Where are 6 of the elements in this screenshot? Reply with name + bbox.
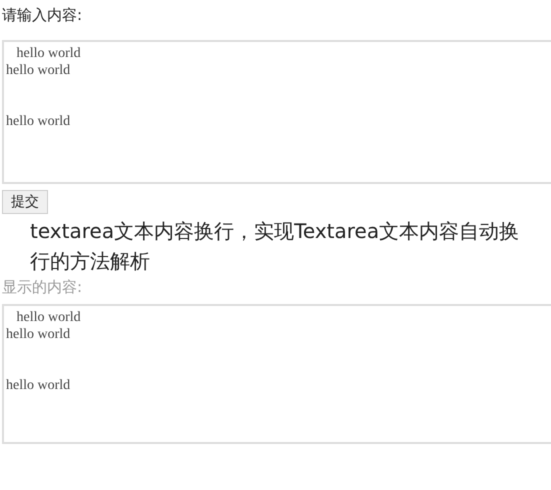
output-label: 显示的内容: [2, 278, 82, 298]
submit-button[interactable]: 提交 [2, 190, 48, 214]
caption-title: textarea文本内容换行，实现Textarea文本内容自动换行的方法解析 [30, 218, 520, 275]
output-text: hello world hello world hello world [2, 304, 551, 444]
input-label: 请输入内容: [2, 6, 84, 26]
text-area[interactable]: hello world hello world hello world [2, 40, 551, 184]
